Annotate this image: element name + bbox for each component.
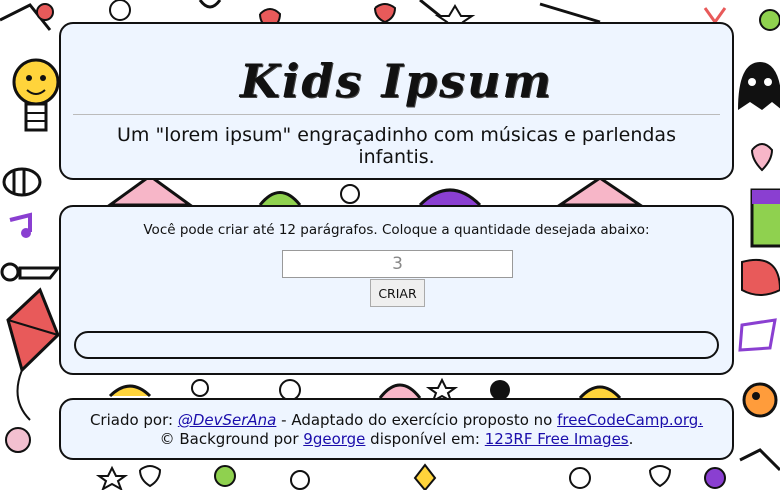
robot-icon — [750, 188, 780, 248]
freecodecamp-link[interactable]: freeCodeCamp.org. — [557, 411, 703, 429]
paragraph-quantity-input[interactable] — [282, 250, 513, 278]
bee-icon — [2, 167, 42, 197]
page-subtitle: Um "lorem ipsum" engraçadinho com música… — [117, 124, 676, 168]
123rf-link[interactable]: 123RF Free Images — [485, 430, 629, 448]
background-author-link[interactable]: 9george — [303, 430, 365, 448]
form-instruction: Você pode criar até 12 parágrafos. Coloq… — [143, 222, 650, 238]
page-title: Kids Ipsum — [239, 54, 554, 108]
generator-form-card: Você pode criar até 12 parágrafos. Coloq… — [59, 205, 734, 375]
adapted-text: - Adaptado do exercício proposto no — [276, 411, 558, 429]
background-credit-label: © Background por — [159, 430, 304, 448]
output-box — [74, 331, 719, 359]
footer-card: Criado por: @DevSerAna - Adaptado do exe… — [59, 398, 734, 460]
footer-period: . — [628, 430, 634, 448]
header-divider — [73, 114, 720, 115]
footer-credits: Criado por: @DevSerAna - Adaptado do exe… — [61, 411, 732, 449]
author-link[interactable]: @DevSerAna — [178, 411, 277, 429]
header-card: Kids Ipsum Um "lorem ipsum" engraçadinho… — [59, 22, 734, 180]
available-text: disponível em: — [365, 430, 485, 448]
create-button[interactable]: CRIAR — [370, 279, 425, 307]
created-by-label: Criado por: — [89, 411, 178, 429]
